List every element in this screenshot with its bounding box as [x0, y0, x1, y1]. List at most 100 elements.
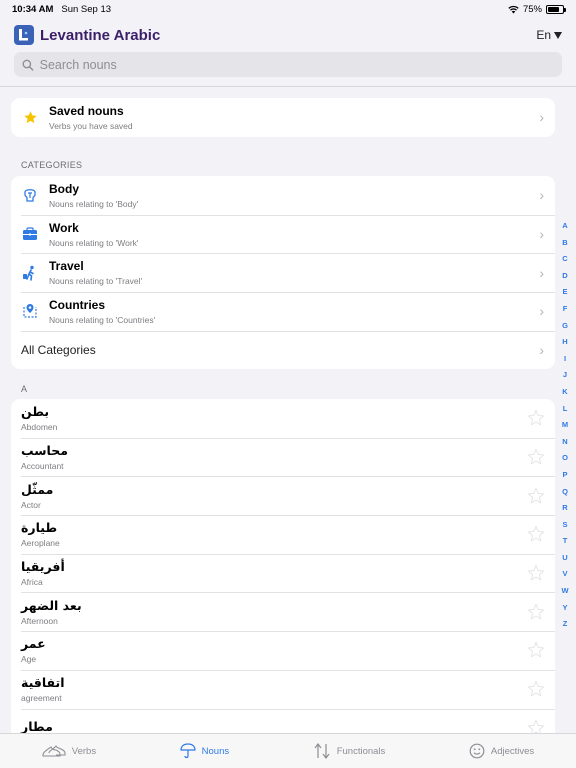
star-outline-icon[interactable]: [527, 680, 545, 698]
category-row-travel[interactable]: Travel Nouns relating to 'Travel' ›: [11, 253, 555, 292]
index-letter[interactable]: C: [562, 251, 567, 268]
triangle-down-icon: [554, 31, 562, 39]
index-letter[interactable]: U: [562, 550, 567, 567]
app-logo-icon: [14, 25, 34, 45]
search-input[interactable]: [39, 57, 554, 72]
index-letter[interactable]: Q: [562, 484, 568, 501]
status-date: Sun Sep 13: [61, 3, 112, 15]
noun-list-item[interactable]: أفريقيا Africa: [11, 553, 555, 593]
star-outline-icon[interactable]: [527, 564, 545, 582]
categories-header: CATEGORIES: [21, 160, 83, 170]
saved-nouns-row[interactable]: Saved nouns Verbs you have saved ›: [11, 98, 555, 137]
arrows-icon: [314, 743, 330, 759]
noun-arabic: عمر: [21, 636, 46, 652]
status-right: 75%: [508, 3, 566, 15]
index-letter[interactable]: F: [563, 301, 568, 318]
index-letter[interactable]: D: [562, 268, 567, 285]
star-outline-icon[interactable]: [527, 719, 545, 733]
noun-list-item[interactable]: بعد الضهر Afternoon: [11, 592, 555, 631]
noun-list-item[interactable]: بطن Abdomen: [11, 399, 555, 438]
noun-list-item[interactable]: عمر Age: [11, 631, 555, 670]
noun-list-item[interactable]: محاسب Accountant: [11, 437, 555, 477]
tab-verbs[interactable]: Verbs: [42, 743, 96, 759]
battery-icon: [546, 4, 566, 14]
star-outline-icon[interactable]: [527, 603, 545, 621]
status-time: 10:34 AM: [12, 3, 54, 15]
index-letter[interactable]: Z: [563, 616, 568, 633]
body-icon: [21, 187, 39, 203]
category-title: Body: [49, 181, 79, 196]
noun-english: agreement: [21, 693, 62, 704]
index-letter[interactable]: R: [562, 500, 567, 517]
index-letter[interactable]: K: [562, 384, 567, 401]
category-subtitle: Nouns relating to 'Countries': [49, 314, 156, 325]
chevron-right-icon: ›: [539, 303, 544, 320]
star-outline-icon[interactable]: [527, 448, 545, 466]
chevron-right-icon: ›: [539, 264, 544, 281]
noun-list-item[interactable]: ممثّل Actor: [11, 476, 555, 515]
status-bar: 10:34 AM Sun Sep 13 75%: [0, 0, 576, 18]
category-subtitle: Nouns relating to 'Travel': [49, 276, 143, 287]
noun-english: Accountant: [21, 461, 64, 472]
tab-nouns[interactable]: Nouns: [180, 743, 229, 759]
category-subtitle: Nouns relating to 'Work': [49, 237, 139, 248]
index-letter[interactable]: A: [562, 218, 567, 235]
noun-arabic: مطار: [21, 718, 53, 733]
index-letter[interactable]: E: [562, 284, 567, 301]
noun-arabic: أفريقيا: [21, 559, 65, 575]
all-categories-row[interactable]: All Categories ›: [11, 330, 555, 370]
noun-list-item[interactable]: مطار: [11, 708, 555, 733]
alphabet-index[interactable]: ABCDEFGHIJKLMNOPQRSTUVWYZ: [558, 218, 572, 633]
index-letter[interactable]: B: [562, 235, 567, 252]
category-title: Countries: [49, 297, 106, 312]
battery-percent: 75%: [522, 3, 542, 15]
saved-card: Saved nouns Verbs you have saved ›: [11, 98, 555, 137]
chevron-right-icon: ›: [539, 187, 544, 204]
map-pin-icon: [21, 303, 39, 319]
category-row-body[interactable]: Body Nouns relating to 'Body' ›: [11, 176, 555, 215]
category-row-countries[interactable]: Countries Nouns relating to 'Countries' …: [11, 292, 555, 331]
tab-functionals[interactable]: Functionals: [313, 743, 386, 759]
saved-nouns-title: Saved nouns: [49, 103, 124, 118]
shoes-icon: [42, 745, 66, 757]
noun-arabic: اتفاقية: [21, 675, 65, 691]
language-selector[interactable]: En: [536, 28, 562, 42]
tab-label: Adjectives: [490, 745, 535, 757]
noun-arabic: بعد الضهر: [21, 597, 82, 613]
index-letter[interactable]: S: [562, 517, 567, 534]
category-title: Work: [49, 220, 79, 235]
index-letter[interactable]: J: [563, 367, 567, 384]
search-bar[interactable]: [14, 52, 562, 77]
star-outline-icon[interactable]: [527, 487, 545, 505]
traveler-icon: [21, 265, 39, 281]
noun-list-item[interactable]: اتفاقية agreement: [11, 669, 555, 709]
index-letter[interactable]: P: [562, 467, 567, 484]
noun-list-item[interactable]: طيارة Aeroplane: [11, 515, 555, 554]
index-letter[interactable]: T: [563, 533, 568, 550]
index-letter[interactable]: M: [562, 417, 568, 434]
index-letter[interactable]: N: [562, 434, 567, 451]
tab-label: Functionals: [336, 745, 386, 757]
star-outline-icon[interactable]: [527, 409, 545, 427]
star-outline-icon[interactable]: [527, 525, 545, 543]
umbrella-icon: [180, 743, 196, 759]
category-subtitle: Nouns relating to 'Body': [49, 198, 139, 209]
star-outline-icon[interactable]: [527, 641, 545, 659]
index-letter[interactable]: G: [562, 318, 568, 335]
index-letter[interactable]: Y: [562, 600, 567, 617]
index-letter[interactable]: I: [564, 351, 566, 368]
briefcase-icon: [21, 226, 39, 242]
noun-arabic: بطن: [21, 404, 50, 420]
index-letter[interactable]: L: [563, 401, 568, 418]
index-letter[interactable]: W: [561, 583, 568, 600]
noun-english: Aeroplane: [21, 538, 60, 549]
search-icon: [22, 59, 34, 71]
chevron-right-icon: ›: [539, 109, 544, 126]
index-letter[interactable]: O: [562, 450, 568, 467]
tab-adjectives[interactable]: Adjectives: [469, 743, 534, 759]
noun-english: Age: [21, 654, 37, 665]
category-row-work[interactable]: Work Nouns relating to 'Work' ›: [11, 214, 555, 254]
index-letter[interactable]: V: [562, 566, 567, 583]
category-title: Travel: [49, 259, 84, 274]
index-letter[interactable]: H: [562, 334, 567, 351]
